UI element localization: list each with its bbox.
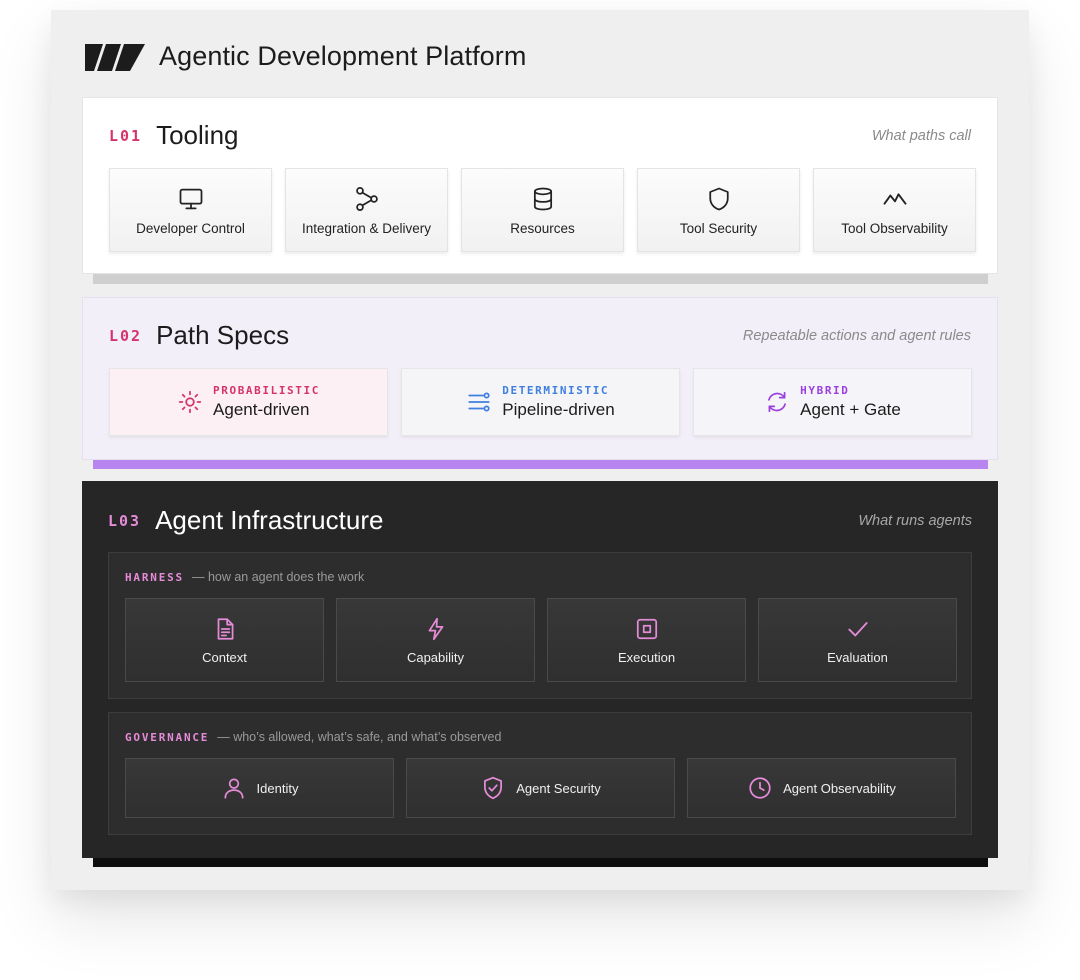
layer-tagline: What paths call <box>871 127 971 144</box>
path-specs-layer-shadow <box>93 460 988 469</box>
layer-code: L01 <box>109 126 143 145</box>
spec-kind: DETERMINISTIC <box>502 384 610 397</box>
spec-deterministic[interactable]: DETERMINISTIC Pipeline-driven <box>401 368 680 436</box>
monitor-icon <box>179 188 202 209</box>
harness-capability[interactable]: Capability <box>336 598 535 682</box>
harness-context[interactable]: Context <box>125 598 324 682</box>
layer-title: Path Specs <box>156 320 290 350</box>
cell-label: Context <box>202 649 247 665</box>
tool-label: Tool Observability <box>841 220 948 236</box>
clock-icon <box>749 777 771 799</box>
governance-agent-observability[interactable]: Agent Observability <box>687 758 956 818</box>
cell-label: Identity <box>256 780 299 796</box>
chip-square-icon <box>636 618 657 639</box>
harness-group: HARNESS — how an agent does the work Con… <box>108 552 972 699</box>
document-icon <box>217 617 233 640</box>
group-name: HARNESS <box>125 571 184 584</box>
tooling-layer-shadow <box>93 274 988 284</box>
database-icon <box>533 187 552 210</box>
cell-label: Execution <box>617 649 676 665</box>
agent-infra-layer-shadow <box>93 858 988 867</box>
spec-hybrid[interactable]: HYBRID Agent + Gate <box>693 368 972 436</box>
cell-label: Agent Security <box>516 780 601 796</box>
layer-title: Tooling <box>156 120 239 150</box>
path-specs-layer: L02 Path Specs Repeatable actions and ag… <box>82 297 998 460</box>
tool-label: Developer Control <box>136 220 245 236</box>
tool-security[interactable]: Tool Security <box>637 168 800 252</box>
spec-text: DETERMINISTIC Pipeline-driven <box>502 384 614 420</box>
spec-kind: PROBABILISTIC <box>213 384 320 397</box>
layer-tagline: Repeatable actions and agent rules <box>742 327 971 344</box>
spec-label: Agent-driven <box>213 400 310 419</box>
shield-icon <box>708 187 729 210</box>
tool-resources[interactable]: Resources <box>461 168 624 252</box>
tool-label: Tool Security <box>679 220 758 236</box>
harness-items: Context Capability Execution Evaluation <box>125 598 957 682</box>
page-title: Agentic Development Platform <box>159 40 527 71</box>
harness-evaluation[interactable]: Evaluation <box>758 598 957 682</box>
brand-mark-logo <box>85 44 145 71</box>
sun-sparkle-icon <box>178 390 202 414</box>
tooling-layer: L01 Tooling What paths call Developer Co… <box>82 97 998 274</box>
spec-kind: HYBRID <box>800 384 850 397</box>
governance-identity[interactable]: Identity <box>125 758 394 818</box>
spec-label: Agent + Gate <box>800 400 901 419</box>
activity-wave-icon <box>883 192 906 205</box>
layer-code: L02 <box>109 326 143 345</box>
cell-label: Capability <box>406 649 465 665</box>
cell-label: Evaluation <box>827 649 888 665</box>
governance-agent-security[interactable]: Agent Security <box>406 758 675 818</box>
agent-infrastructure-layer: L03 Agent Infrastructure What runs agent… <box>82 481 998 858</box>
governance-group: GOVERNANCE — who’s allowed, what’s safe,… <box>108 712 972 835</box>
governance-header: GOVERNANCE — who’s allowed, what’s safe,… <box>125 730 501 744</box>
tooling-items: Developer Control Integration & Delivery… <box>109 168 976 252</box>
group-description: — who’s allowed, what’s safe, and what’s… <box>217 730 502 744</box>
agent-infra-layer-header: L03 Agent Infrastructure What runs agent… <box>108 505 972 536</box>
spec-probabilistic[interactable]: PROBABILISTIC Agent-driven <box>109 368 388 436</box>
user-icon <box>223 778 244 799</box>
tool-integration-delivery[interactable]: Integration & Delivery <box>285 168 448 252</box>
group-description: — how an agent does the work <box>191 570 365 584</box>
lightning-icon <box>428 617 443 640</box>
layer-tagline: What runs agents <box>858 512 972 529</box>
layer-code: L03 <box>108 511 142 530</box>
layer-title: Agent Infrastructure <box>155 505 384 535</box>
spec-text: HYBRID Agent + Gate <box>800 384 901 420</box>
group-name: GOVERNANCE <box>125 731 210 744</box>
governance-items: Identity Agent Security Agent Observabil… <box>125 758 956 818</box>
tool-observability[interactable]: Tool Observability <box>813 168 976 252</box>
tool-label: Resources <box>510 220 575 236</box>
page-header: Agentic Development Platform <box>85 38 526 74</box>
spec-text: PROBABILISTIC Agent-driven <box>213 384 320 420</box>
spec-label: Pipeline-driven <box>502 400 615 419</box>
shield-check-icon <box>484 776 503 800</box>
nodes-share-icon <box>355 186 378 211</box>
tooling-layer-header: L01 Tooling What paths call <box>109 120 971 151</box>
path-spec-items: PROBABILISTIC Agent-driven DETERMINISTIC… <box>109 368 972 436</box>
checkmark-icon <box>847 621 868 636</box>
harness-execution[interactable]: Execution <box>547 598 746 682</box>
tool-developer-control[interactable]: Developer Control <box>109 168 272 252</box>
sliders-icon <box>468 392 490 412</box>
path-specs-layer-header: L02 Path Specs Repeatable actions and ag… <box>109 320 971 351</box>
cell-label: Agent Observability <box>783 780 896 796</box>
tool-label: Integration & Delivery <box>301 220 432 236</box>
cycle-arrows-icon <box>768 391 787 413</box>
harness-header: HARNESS — how an agent does the work <box>125 570 364 584</box>
